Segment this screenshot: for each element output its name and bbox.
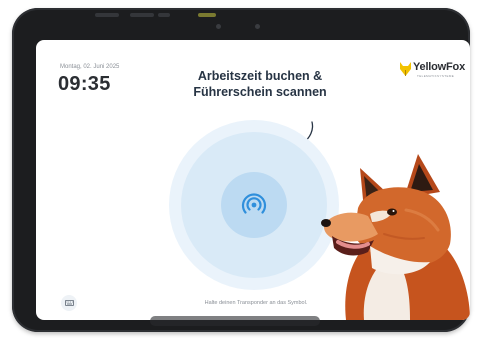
- hardware-button: [95, 13, 119, 17]
- stage: Montag, 02. Juni 2025 09:35 Arbeitszeit …: [0, 0, 481, 338]
- page-title: Arbeitszeit buchen & Führerschein scanne…: [180, 68, 340, 100]
- brand-name: YellowFox: [413, 61, 465, 73]
- brand-tagline: TELEMATIKSYSTEME: [417, 74, 455, 78]
- camera-lens: [216, 24, 221, 29]
- title-line-2: Führerschein scannen: [193, 85, 327, 99]
- keyboard-icon: [64, 300, 74, 306]
- kiosk-screen: Montag, 02. Juni 2025 09:35 Arbeitszeit …: [36, 40, 470, 320]
- date-label: Montag, 02. Juni 2025: [60, 64, 120, 70]
- fox-mascot-image: [321, 154, 470, 320]
- brand-logo: YellowFox TELEMATIKSYSTEME: [399, 60, 469, 84]
- hardware-button: [198, 13, 216, 17]
- fox-logo-icon: [400, 62, 411, 76]
- title-line-1: Arbeitszeit buchen &: [197, 69, 323, 83]
- clock: 09:35: [58, 73, 111, 95]
- keyboard-button[interactable]: [61, 295, 77, 311]
- tablet-frame: Montag, 02. Juni 2025 09:35 Arbeitszeit …: [12, 8, 470, 332]
- tablet-edge-reflection: [150, 316, 320, 326]
- hardware-button: [130, 13, 154, 17]
- nfc-scan-icon: [241, 193, 267, 214]
- hardware-button: [158, 13, 170, 17]
- camera-lens: [255, 24, 260, 29]
